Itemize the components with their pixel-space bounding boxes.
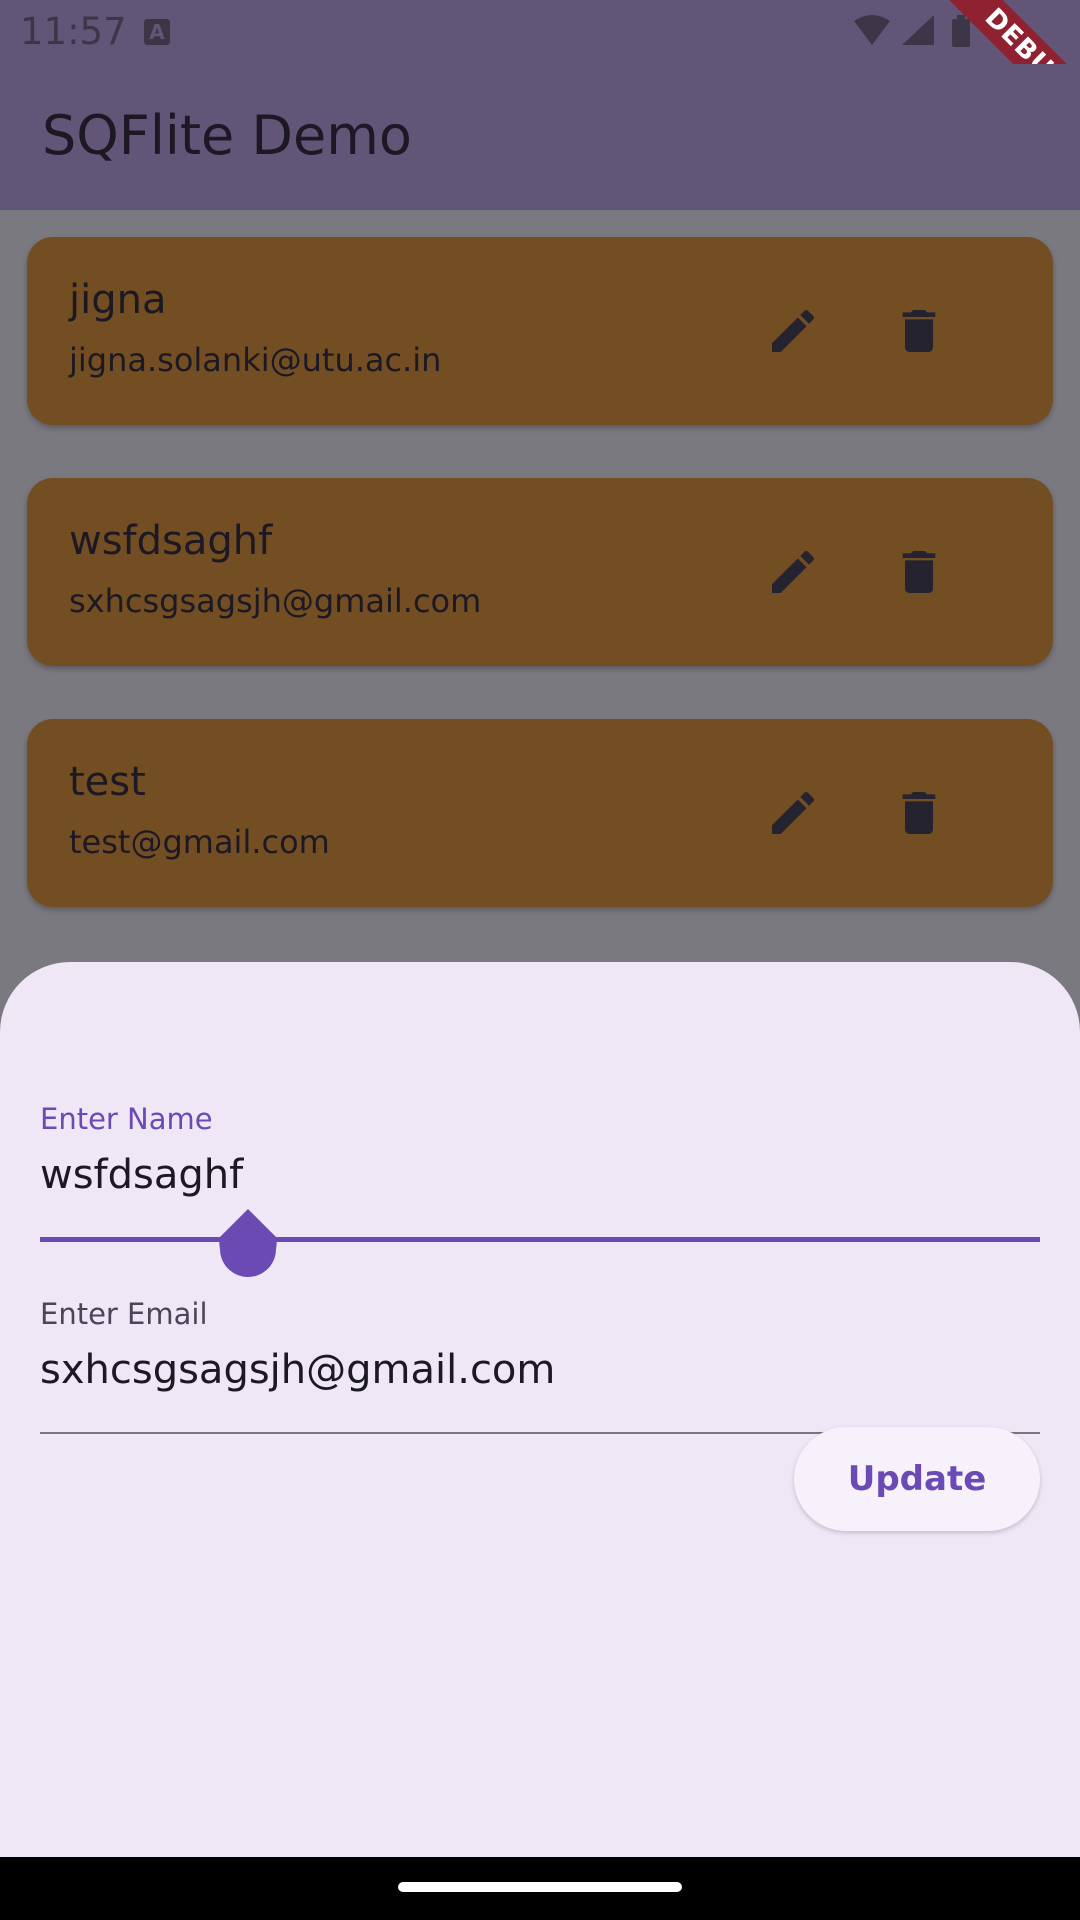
item-name: wsfdsaghf (69, 518, 273, 564)
status-icons (852, 13, 1002, 49)
item-name: test (69, 759, 146, 805)
app-title: SQFlite Demo (42, 104, 412, 167)
signal-icon (902, 15, 934, 45)
name-field[interactable]: Enter Name wsfdsaghf (40, 1032, 1040, 1277)
app-bar: SQFlite Demo (0, 64, 1080, 210)
record-list: jigna jigna.solanki@utu.ac.in wsfdsaghf … (0, 210, 1080, 962)
item-name: jigna (69, 277, 167, 323)
edit-icon[interactable] (765, 785, 821, 841)
wifi-icon (854, 15, 890, 45)
battery-icon (952, 15, 970, 47)
a-icon: A (144, 19, 170, 45)
item-email: sxhcsgsagsjh@gmail.com (69, 582, 482, 620)
status-bar: 11:57 A (0, 0, 1080, 64)
email-input[interactable]: sxhcsgsagsjh@gmail.com (40, 1347, 555, 1393)
list-item[interactable]: test test@gmail.com (27, 719, 1053, 907)
name-input[interactable]: wsfdsaghf (40, 1152, 243, 1198)
item-email: jigna.solanki@utu.ac.in (69, 341, 442, 379)
edit-bottom-sheet: Enter Name wsfdsaghf Enter Email sxhcsgs… (0, 962, 1080, 1857)
system-nav-bar (0, 1857, 1080, 1920)
list-item[interactable]: jigna jigna.solanki@utu.ac.in (27, 237, 1053, 425)
update-button[interactable]: Update (794, 1427, 1040, 1531)
delete-icon[interactable] (891, 544, 947, 600)
edit-icon[interactable] (765, 544, 821, 600)
status-time: 11:57 (20, 10, 127, 53)
email-field[interactable]: Enter Email sxhcsgsagsjh@gmail.com (40, 1227, 1040, 1434)
email-field-label: Enter Email (40, 1297, 208, 1331)
home-gesture-handle[interactable] (398, 1882, 682, 1892)
delete-icon[interactable] (891, 303, 947, 359)
item-email: test@gmail.com (69, 823, 330, 861)
edit-icon[interactable] (765, 303, 821, 359)
delete-icon[interactable] (891, 785, 947, 841)
name-field-label: Enter Name (40, 1102, 213, 1136)
list-item[interactable]: wsfdsaghf sxhcsgsagsjh@gmail.com (27, 478, 1053, 666)
